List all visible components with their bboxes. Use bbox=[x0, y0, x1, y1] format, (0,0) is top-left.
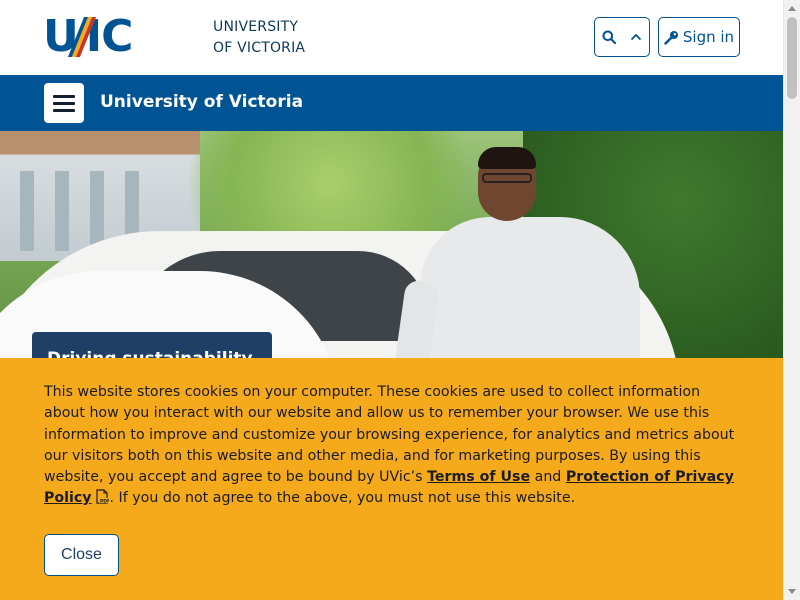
scroll-down-arrow-icon[interactable] bbox=[788, 589, 796, 594]
uvic-logo[interactable]: U IC bbox=[43, 14, 133, 60]
sign-in-label: Sign in bbox=[682, 28, 735, 46]
scrollbar-thumb[interactable] bbox=[787, 17, 797, 99]
menu-toggle-button[interactable] bbox=[44, 83, 84, 123]
hero-caption[interactable]: Driving sustainability bbox=[32, 332, 272, 358]
cookie-banner: This website stores cookies on your comp… bbox=[0, 358, 783, 600]
cookie-message: This website stores cookies on your comp… bbox=[44, 382, 744, 510]
sign-in-button[interactable]: Sign in bbox=[658, 17, 740, 57]
hamburger-icon-bar-3 bbox=[53, 108, 75, 112]
cookie-text-outro: . If you do not agree to the above, you … bbox=[109, 490, 576, 507]
hamburger-icon-bar-1 bbox=[53, 94, 75, 98]
page: U IC UNIVERSITY OF VICTORIA Sign in Univ… bbox=[0, 0, 783, 600]
key-icon bbox=[664, 30, 678, 45]
chevron-up-icon bbox=[630, 33, 642, 41]
hero-image: Driving sustainability bbox=[0, 131, 783, 358]
site-title-link[interactable]: University of Victoria bbox=[100, 92, 303, 112]
cookie-close-button[interactable]: Close bbox=[44, 534, 119, 576]
university-name: UNIVERSITY OF VICTORIA bbox=[213, 17, 305, 59]
site-navbar: University of Victoria bbox=[0, 75, 783, 131]
top-header: U IC UNIVERSITY OF VICTORIA Sign in bbox=[0, 0, 783, 75]
hero-person bbox=[420, 217, 640, 358]
hero-caption-text: Driving sustainability bbox=[47, 349, 253, 358]
cookie-text-and: and bbox=[530, 469, 566, 486]
logo-wordmark: U IC bbox=[43, 14, 133, 60]
scroll-up-arrow-icon[interactable] bbox=[788, 6, 796, 11]
svg-text:PDF: PDF bbox=[100, 499, 109, 505]
university-name-line2: OF VICTORIA bbox=[213, 40, 306, 56]
pdf-icon: PDF bbox=[95, 489, 109, 504]
terms-of-use-link[interactable]: Terms of Use bbox=[427, 469, 530, 485]
university-name-line1: UNIVERSITY bbox=[213, 19, 299, 35]
page-scrollbar[interactable] bbox=[783, 0, 800, 600]
search-icon bbox=[602, 30, 616, 44]
search-toggle-button[interactable] bbox=[594, 17, 650, 57]
hamburger-icon-bar-2 bbox=[53, 101, 75, 105]
